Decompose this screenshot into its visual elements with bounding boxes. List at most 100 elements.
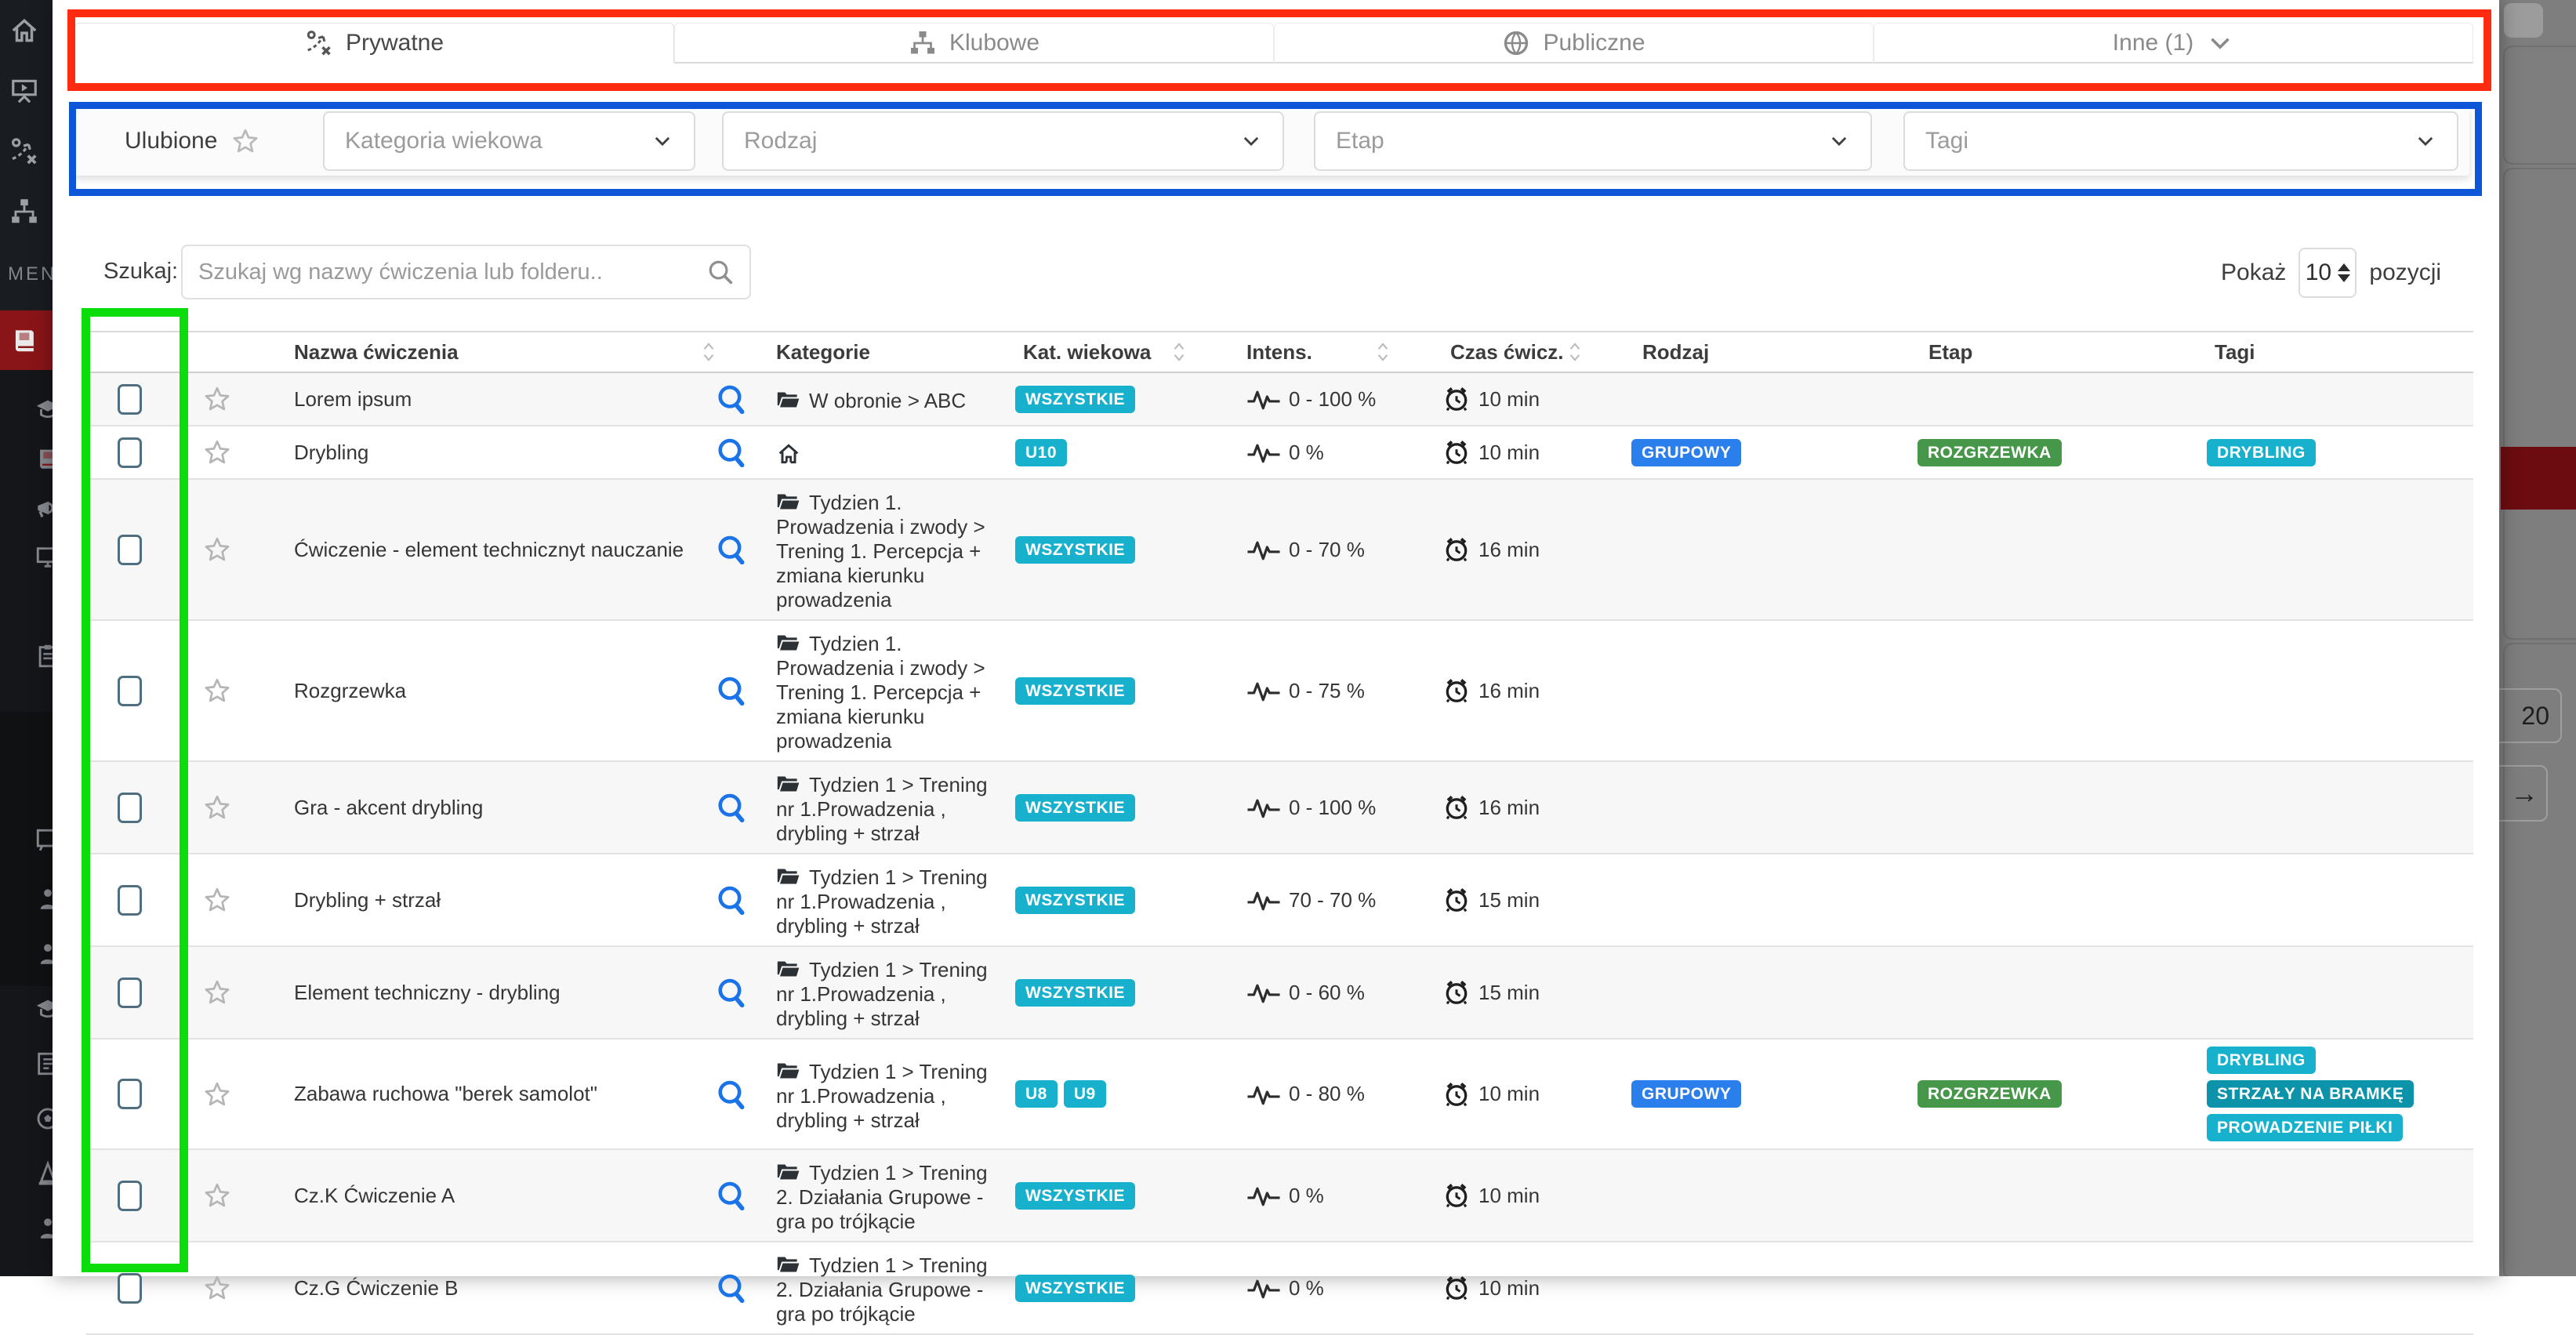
star-icon[interactable] [203, 886, 231, 914]
star-icon[interactable] [203, 535, 231, 564]
board-icon[interactable] [34, 827, 53, 854]
list-icon[interactable] [34, 1050, 53, 1077]
zoom-icon[interactable] [717, 1079, 746, 1109]
column-header-kategorie: Kategorie [760, 332, 1007, 372]
sidebar-item[interactable]: S [0, 0, 53, 60]
column-header-kat-wiekowa[interactable]: Kat. wiekowa [1007, 332, 1231, 372]
star-icon[interactable] [203, 438, 231, 466]
sidebar-item-active[interactable]: D [0, 310, 53, 370]
zoom-icon[interactable] [717, 978, 746, 1007]
folder-icon [776, 1162, 801, 1182]
sort-icon[interactable] [1377, 341, 1389, 363]
checkbox-cell [86, 621, 192, 760]
row-checkbox[interactable] [118, 793, 142, 823]
star-icon[interactable] [203, 1274, 231, 1302]
intensity-value: 0 - 70 % [1289, 538, 1365, 562]
favorite-cell [192, 947, 278, 1038]
zoom-icon[interactable] [717, 535, 746, 564]
row-checkbox[interactable] [118, 885, 142, 916]
intensity-cell: 0 % [1231, 1242, 1435, 1333]
ball-icon[interactable] [34, 1105, 53, 1132]
graduation-cap-icon[interactable] [34, 996, 53, 1022]
stage-cell [1913, 1150, 2199, 1241]
monitor-icon[interactable] [34, 544, 53, 571]
column-header-czas-ćwicz-[interactable]: Czas ćwicz. [1435, 332, 1627, 372]
filter-dropdown-tagi[interactable]: Tagi [1903, 111, 2458, 171]
clipboard-icon[interactable] [34, 643, 53, 669]
filter-dropdown-rodzaj[interactable]: Rodzaj [722, 111, 1284, 171]
tactics-icon [9, 136, 39, 166]
search-icon[interactable] [707, 259, 734, 285]
dropdown-placeholder: Etap [1336, 128, 1384, 154]
row-checkbox[interactable] [118, 676, 142, 706]
exercise-name: Lorem ipsum [294, 387, 412, 412]
folder-icon [776, 774, 801, 794]
exercise-name-cell: Ćwiczenie - element technicznyt nauczani… [278, 480, 702, 619]
age-category-cell: WSZYSTKIE [1007, 1150, 1231, 1241]
favorites-filter[interactable]: Ulubione [125, 107, 259, 176]
page-size-input[interactable]: 10 [2298, 248, 2356, 298]
tab-prywatne[interactable]: Prywatne [74, 23, 674, 63]
zoom-icon[interactable] [717, 384, 746, 414]
duration-value: 10 min [1478, 1276, 1540, 1301]
spinner-arrows-icon[interactable] [2338, 263, 2350, 282]
star-icon[interactable] [203, 1080, 231, 1108]
column-header-intens-[interactable]: Intens. [1231, 332, 1435, 372]
row-checkbox[interactable] [118, 437, 142, 468]
row-checkbox[interactable] [118, 384, 142, 415]
duration-value: 15 min [1478, 981, 1540, 1005]
row-checkbox[interactable] [118, 978, 142, 1008]
category-cell: Tydzien 1 > Trening nr 1.Prowadzenia , d… [760, 1049, 1007, 1140]
zoom-icon[interactable] [717, 1181, 746, 1210]
badge-drybling: DRYBLING [2207, 439, 2316, 466]
search-box [181, 245, 751, 299]
background-next-arrow-button: → [2499, 765, 2548, 822]
row-checkbox[interactable] [118, 1273, 142, 1304]
row-checkbox[interactable] [118, 1181, 142, 1211]
zoom-icon[interactable] [717, 676, 746, 706]
filter-dropdown-kategoria-wiekowa[interactable]: Kategoria wiekowa [323, 111, 695, 171]
megaphone-icon[interactable] [34, 495, 53, 521]
sidebar-item[interactable]: D [0, 181, 53, 241]
type-cell [1627, 762, 1913, 853]
star-icon[interactable] [203, 978, 231, 1007]
tab-inne-1-[interactable]: Inne (1) [1874, 23, 2473, 63]
zoom-icon[interactable] [717, 793, 746, 822]
sort-icon[interactable] [1173, 341, 1185, 363]
tab-klubowe[interactable]: Klubowe [674, 23, 1274, 63]
table-row: RozgrzewkaTydzien 1. Prowadzenia i zwody… [86, 621, 2473, 762]
stage-cell [1913, 947, 2199, 1038]
tab-publiczne[interactable]: Publiczne [1274, 23, 1874, 63]
sidebar-item[interactable]: Ć [0, 121, 53, 181]
star-icon[interactable] [203, 1181, 231, 1210]
row-checkbox[interactable] [118, 1079, 142, 1109]
graduation-cap-icon[interactable] [34, 396, 53, 423]
sort-icon[interactable] [702, 341, 715, 363]
column-header-label: Czas ćwicz. [1450, 340, 1564, 365]
favorite-cell [192, 1242, 278, 1333]
book-icon[interactable] [34, 445, 53, 472]
folder-icon [776, 390, 801, 410]
search-input[interactable] [183, 259, 707, 285]
zoom-icon[interactable] [717, 885, 746, 915]
cone-icon[interactable] [34, 1160, 53, 1187]
star-icon[interactable] [203, 793, 231, 822]
zoom-icon[interactable] [717, 437, 746, 467]
person-icon[interactable] [34, 1215, 53, 1242]
duration-cell: 10 min [1435, 1039, 1627, 1148]
chevron-down-icon [651, 130, 673, 152]
star-icon[interactable] [203, 385, 231, 413]
column-header-nazwa-ćwiczenia[interactable]: Nazwa ćwiczenia [278, 332, 760, 372]
star-icon[interactable] [203, 677, 231, 705]
intensity-cell: 70 - 70 % [1231, 854, 1435, 945]
folder-icon [776, 866, 801, 887]
zoom-icon[interactable] [717, 1273, 746, 1303]
person-icon[interactable] [34, 886, 53, 912]
clock-icon [1442, 1274, 1471, 1302]
row-checkbox[interactable] [118, 535, 142, 565]
star-icon[interactable] [231, 127, 259, 155]
filter-dropdown-etap[interactable]: Etap [1314, 111, 1872, 171]
sort-icon[interactable] [1569, 341, 1581, 363]
sidebar-item[interactable]: T [0, 60, 53, 121]
person-icon[interactable] [34, 941, 53, 967]
